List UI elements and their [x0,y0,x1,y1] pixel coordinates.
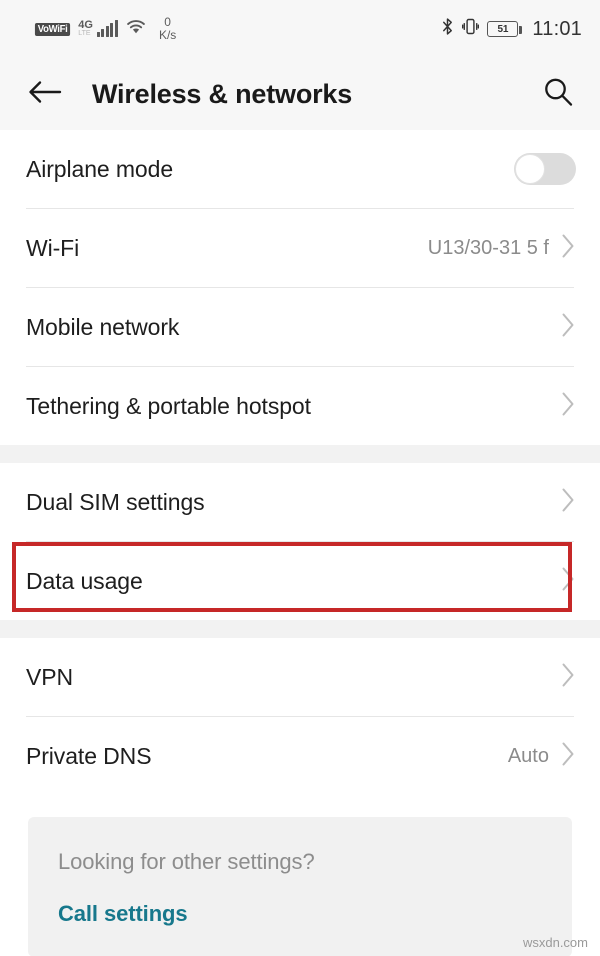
row-label: Data usage [26,567,143,594]
network-type-sublabel: LTE [78,29,91,37]
row-dual-sim-settings[interactable]: Dual SIM settings [0,463,600,541]
chevron-right-icon [561,566,576,597]
settings-group-connectivity: Airplane mode Wi-Fi U13/30-31 5 f Mobile… [0,130,600,445]
row-label: Mobile network [26,313,180,340]
group-separator [0,445,600,463]
status-bar-left: VoWiFi 4G LTE 0 K/s [34,16,176,41]
status-bar: VoWiFi 4G LTE 0 K/s 51 11:01 [0,0,600,58]
row-mobile-network[interactable]: Mobile network [0,288,600,366]
row-label: Airplane mode [26,155,174,182]
wifi-icon [125,18,147,40]
chevron-right-icon [561,391,576,422]
network-type-indicator: 4G LTE [78,20,93,37]
chevron-right-icon [561,312,576,343]
row-data-usage[interactable]: Data usage [0,542,600,620]
vibrate-icon [462,17,480,41]
battery-level-label: 51 [497,23,509,35]
row-label: Tethering & portable hotspot [26,392,311,419]
row-value: Auto [507,744,549,767]
row-label: Wi-Fi [26,234,80,261]
vowifi-badge: VoWiFi [34,22,71,36]
settings-group-vpn-dns: VPN Private DNS Auto [0,638,600,795]
footer-area: Looking for other settings? Call setting… [0,795,600,956]
row-vpn[interactable]: VPN [0,638,600,716]
row-label: Private DNS [26,742,152,769]
app-bar: Wireless & networks [0,58,600,130]
data-rate-indicator: 0 K/s [159,16,176,41]
data-rate-unit: K/s [158,28,177,42]
chevron-right-icon [561,741,576,772]
row-tethering-portable-hotspot[interactable]: Tethering & portable hotspot [0,367,600,445]
chevron-right-icon [561,233,576,264]
chevron-right-icon [561,487,576,518]
row-airplane-mode[interactable]: Airplane mode [0,130,600,208]
search-icon[interactable] [542,76,574,113]
battery-icon: 51 [487,21,523,37]
back-arrow-icon[interactable] [28,79,62,110]
status-bar-right: 51 11:01 [441,17,582,41]
clock-label: 11:01 [532,17,582,40]
other-settings-card: Looking for other settings? Call setting… [28,817,572,956]
watermark: wsxdn.com [522,935,588,950]
row-label: Dual SIM settings [26,488,205,515]
row-wifi[interactable]: Wi-Fi U13/30-31 5 f [0,209,600,287]
bluetooth-icon [441,17,454,41]
signal-bars-icon [96,20,118,37]
other-settings-question: Looking for other settings? [58,849,315,874]
toggle-knob [515,154,545,184]
chevron-right-icon [561,662,576,693]
row-private-dns[interactable]: Private DNS Auto [0,717,600,795]
page-title: Wireless & networks [92,78,353,109]
phone-screen: VoWiFi 4G LTE 0 K/s 51 11:01 Wireless & … [0,0,600,956]
row-value: U13/30-31 5 f [427,236,549,259]
group-separator [0,620,600,638]
row-label: VPN [26,663,73,690]
call-settings-link[interactable]: Call settings [58,901,188,927]
airplane-mode-toggle[interactable] [514,153,576,185]
settings-group-sim-data: Dual SIM settings Data usage [0,463,600,620]
